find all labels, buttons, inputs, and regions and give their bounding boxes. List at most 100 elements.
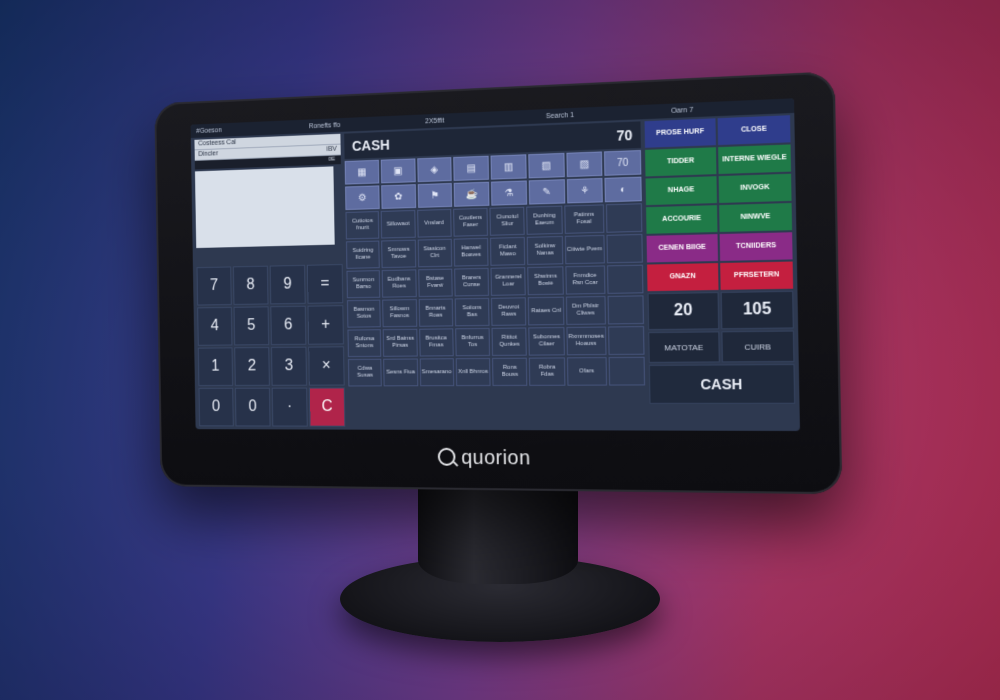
topbar-item[interactable]: Ronefts ffo xyxy=(303,118,419,130)
category-icon[interactable]: ▧ xyxy=(528,152,565,179)
product-button[interactable]: Rons Bouss xyxy=(492,357,528,386)
product-button[interactable] xyxy=(606,264,644,294)
product-button[interactable]: Xnll Bhnros xyxy=(455,357,491,387)
category-icon[interactable]: ▥ xyxy=(490,154,527,180)
product-button[interactable] xyxy=(608,356,646,386)
function-button[interactable]: INTERNE WIEGLE xyxy=(718,144,792,175)
category-icon[interactable]: 70 xyxy=(604,150,642,176)
product-button[interactable]: Sesns Fiua xyxy=(383,358,418,387)
product-button[interactable]: Fnmdice Rsn Ccar xyxy=(565,265,606,295)
product-button[interactable]: Ofars xyxy=(566,357,607,386)
product-button[interactable]: Coutlens Faser xyxy=(452,207,489,237)
numpad-key[interactable]: 9 xyxy=(269,264,306,305)
product-button[interactable]: Cdwa Susas xyxy=(347,358,383,387)
product-button[interactable]: Basmon Sotos xyxy=(346,299,381,328)
product-button[interactable]: Ficlant Mawo xyxy=(490,236,526,266)
category-icon[interactable]: ⚗ xyxy=(490,180,527,206)
numpad-key[interactable]: 1 xyxy=(197,347,234,387)
numpad-key[interactable]: × xyxy=(308,346,345,386)
function-button[interactable]: CENEN BIIGE xyxy=(646,234,719,263)
product-button[interactable]: Eudbans Roes xyxy=(381,269,417,298)
category-icon[interactable]: ✎ xyxy=(528,179,565,205)
numpad-key[interactable]: 5 xyxy=(233,306,270,346)
product-button[interactable]: Smesarano xyxy=(419,358,455,387)
product-button[interactable]: Brusitca Fmas xyxy=(418,328,454,357)
subtotal-button[interactable]: MATOTAE xyxy=(648,331,720,363)
category-icon[interactable]: ▦ xyxy=(344,159,380,185)
topbar-item[interactable]: #Goeson xyxy=(191,123,303,135)
numpad-key[interactable]: 7 xyxy=(196,266,232,306)
category-icon[interactable]: ◈ xyxy=(416,157,452,183)
product-button[interactable]: Patinns Fosal xyxy=(563,204,605,234)
product-button[interactable]: Vnslard xyxy=(416,208,452,238)
product-button[interactable]: Smnows Tavoe xyxy=(381,239,416,269)
product-button[interactable]: Rititot Qunkes xyxy=(491,327,528,356)
product-button[interactable]: Sillowaot xyxy=(380,209,416,239)
product-button[interactable]: Subonnes Cilaer xyxy=(528,327,565,356)
product-button[interactable]: Srd Bainss Pirsas xyxy=(382,328,418,357)
function-button[interactable]: TCNIIDERS xyxy=(719,232,793,261)
category-icon[interactable]: ⚙ xyxy=(345,185,380,211)
numpad-key[interactable]: 6 xyxy=(270,305,307,346)
product-button[interactable]: Suidring Ilcane xyxy=(345,240,380,269)
product-button[interactable]: Sillowm Fasnos xyxy=(382,299,417,328)
product-button[interactable]: Ciiiwte Pvem xyxy=(564,234,605,265)
cash-button[interactable]: CASH xyxy=(648,364,796,404)
category-icon[interactable]: ✿ xyxy=(380,184,416,209)
product-button[interactable]: Dunhing Eaeum xyxy=(526,205,563,235)
product-button[interactable] xyxy=(605,203,643,233)
quantity-tile[interactable]: 20 xyxy=(647,292,720,331)
product-button[interactable]: Rataes Cnl xyxy=(528,296,565,326)
function-button[interactable]: INVOGK xyxy=(718,173,792,204)
product-button[interactable]: Shwinns Bowe xyxy=(527,266,564,296)
product-button[interactable]: Rxmmmoses Hoauss xyxy=(566,326,607,356)
category-icon[interactable]: ⚑ xyxy=(417,182,453,208)
product-button[interactable]: Grannerel Loar xyxy=(490,267,527,296)
product-button[interactable]: Sunrnon Barso xyxy=(346,270,381,299)
product-button[interactable]: Hanwel Boaves xyxy=(453,237,489,267)
category-icon[interactable]: ▨ xyxy=(565,151,603,178)
product-button[interactable]: Soiions Bas xyxy=(454,297,490,327)
product-button[interactable] xyxy=(606,233,643,264)
product-button[interactable]: Deuvrot Raws xyxy=(491,297,527,326)
function-button[interactable]: PROSE HURF xyxy=(644,118,716,148)
numpad-key[interactable]: 8 xyxy=(232,265,269,305)
category-icon[interactable]: ◐ xyxy=(604,176,642,203)
numpad-key[interactable]: 0 xyxy=(198,387,234,427)
numpad-key[interactable]: · xyxy=(271,387,308,427)
product-button[interactable]: Stasicon Clrt xyxy=(417,238,453,268)
clear-key[interactable]: C xyxy=(308,387,346,427)
product-button[interactable] xyxy=(607,326,645,356)
curb-button[interactable]: CUIRB xyxy=(721,330,795,363)
numpad-key[interactable]: 3 xyxy=(271,346,308,386)
product-button[interactable]: Bstase Fvarw xyxy=(417,268,453,298)
function-button[interactable]: GNAZN xyxy=(647,263,719,292)
product-button[interactable]: Ruforsa Sntons xyxy=(347,329,382,358)
function-button[interactable]: PFRSETERN xyxy=(720,261,794,290)
product-button[interactable] xyxy=(607,295,644,325)
product-button[interactable]: Bnfurrus Tos xyxy=(455,327,491,357)
numpad-key[interactable]: = xyxy=(306,264,344,304)
amount-tile[interactable]: 105 xyxy=(720,290,794,330)
function-button[interactable]: CLOSE xyxy=(717,115,791,146)
function-button[interactable]: TIDDER xyxy=(645,147,717,177)
category-icon[interactable]: ⚘ xyxy=(566,177,604,204)
topbar-item[interactable]: Search 1 xyxy=(540,108,665,120)
product-button[interactable]: Robra Fdas xyxy=(529,357,566,386)
topbar-item[interactable]: 2X5ffit xyxy=(419,113,540,125)
product-button[interactable]: Cutiotos fnurit xyxy=(345,211,380,240)
function-button[interactable]: NINWVE xyxy=(719,202,793,232)
product-button[interactable]: Ciunotul Sliur xyxy=(489,206,526,236)
product-button[interactable]: Dm Pblstr Cliwes xyxy=(565,295,606,325)
numpad-key[interactable]: 4 xyxy=(197,306,233,346)
numpad-key[interactable]: + xyxy=(307,305,344,345)
function-button[interactable]: ACCOURIE xyxy=(646,205,718,234)
category-icon[interactable]: ▣ xyxy=(380,158,416,184)
topbar-item[interactable]: Oarn 7 xyxy=(665,102,795,115)
numpad-key[interactable]: 2 xyxy=(234,347,270,386)
category-icon[interactable]: ▤ xyxy=(453,155,489,181)
function-button[interactable]: NHAGE xyxy=(645,176,717,206)
product-button[interactable]: Brarers Cunse xyxy=(454,267,490,297)
category-icon[interactable]: ☕ xyxy=(453,181,490,207)
numpad-key[interactable]: 0 xyxy=(234,387,271,427)
